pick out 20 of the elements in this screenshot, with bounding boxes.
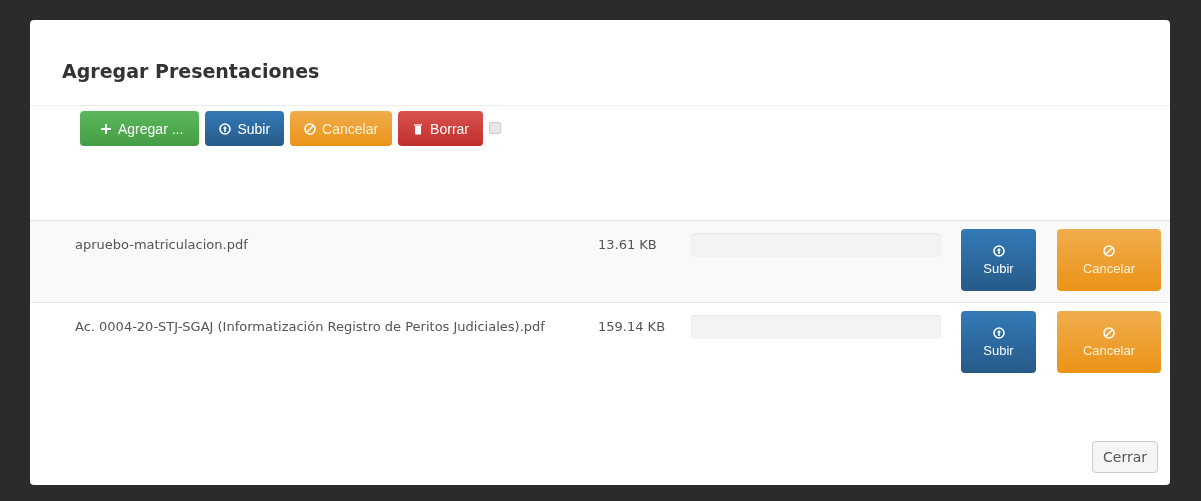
file-size: 159.14 KB [598,318,667,336]
add-button[interactable]: Agregar ... [80,111,200,146]
close-button[interactable]: Cerrar [1092,441,1158,473]
cancel-icon [304,122,317,135]
upload-icon [992,244,1005,257]
plus-icon [100,122,112,135]
dialog-title: Agregar Presentaciones [62,60,321,82]
upload-icon [992,326,1005,339]
upload-button[interactable]: Subir [205,111,285,146]
cancel-icon [1103,244,1115,257]
trash-icon [412,122,425,135]
cancel-icon [1103,326,1115,339]
upload-button[interactable]: Subir [961,229,1036,291]
file-name: apruebo-matriculacion.pdf [75,236,249,254]
file-size: 13.61 KB [598,236,658,254]
delete-button[interactable]: Borrar [398,111,483,146]
upload-icon [219,122,232,135]
upload-button[interactable]: Subir [961,311,1036,373]
select-all-checkbox[interactable] [489,122,501,134]
file-name: Ac. 0004-20-STJ-SGAJ (Informatización Registro de Peritos Judiciales).pdf [75,318,546,336]
